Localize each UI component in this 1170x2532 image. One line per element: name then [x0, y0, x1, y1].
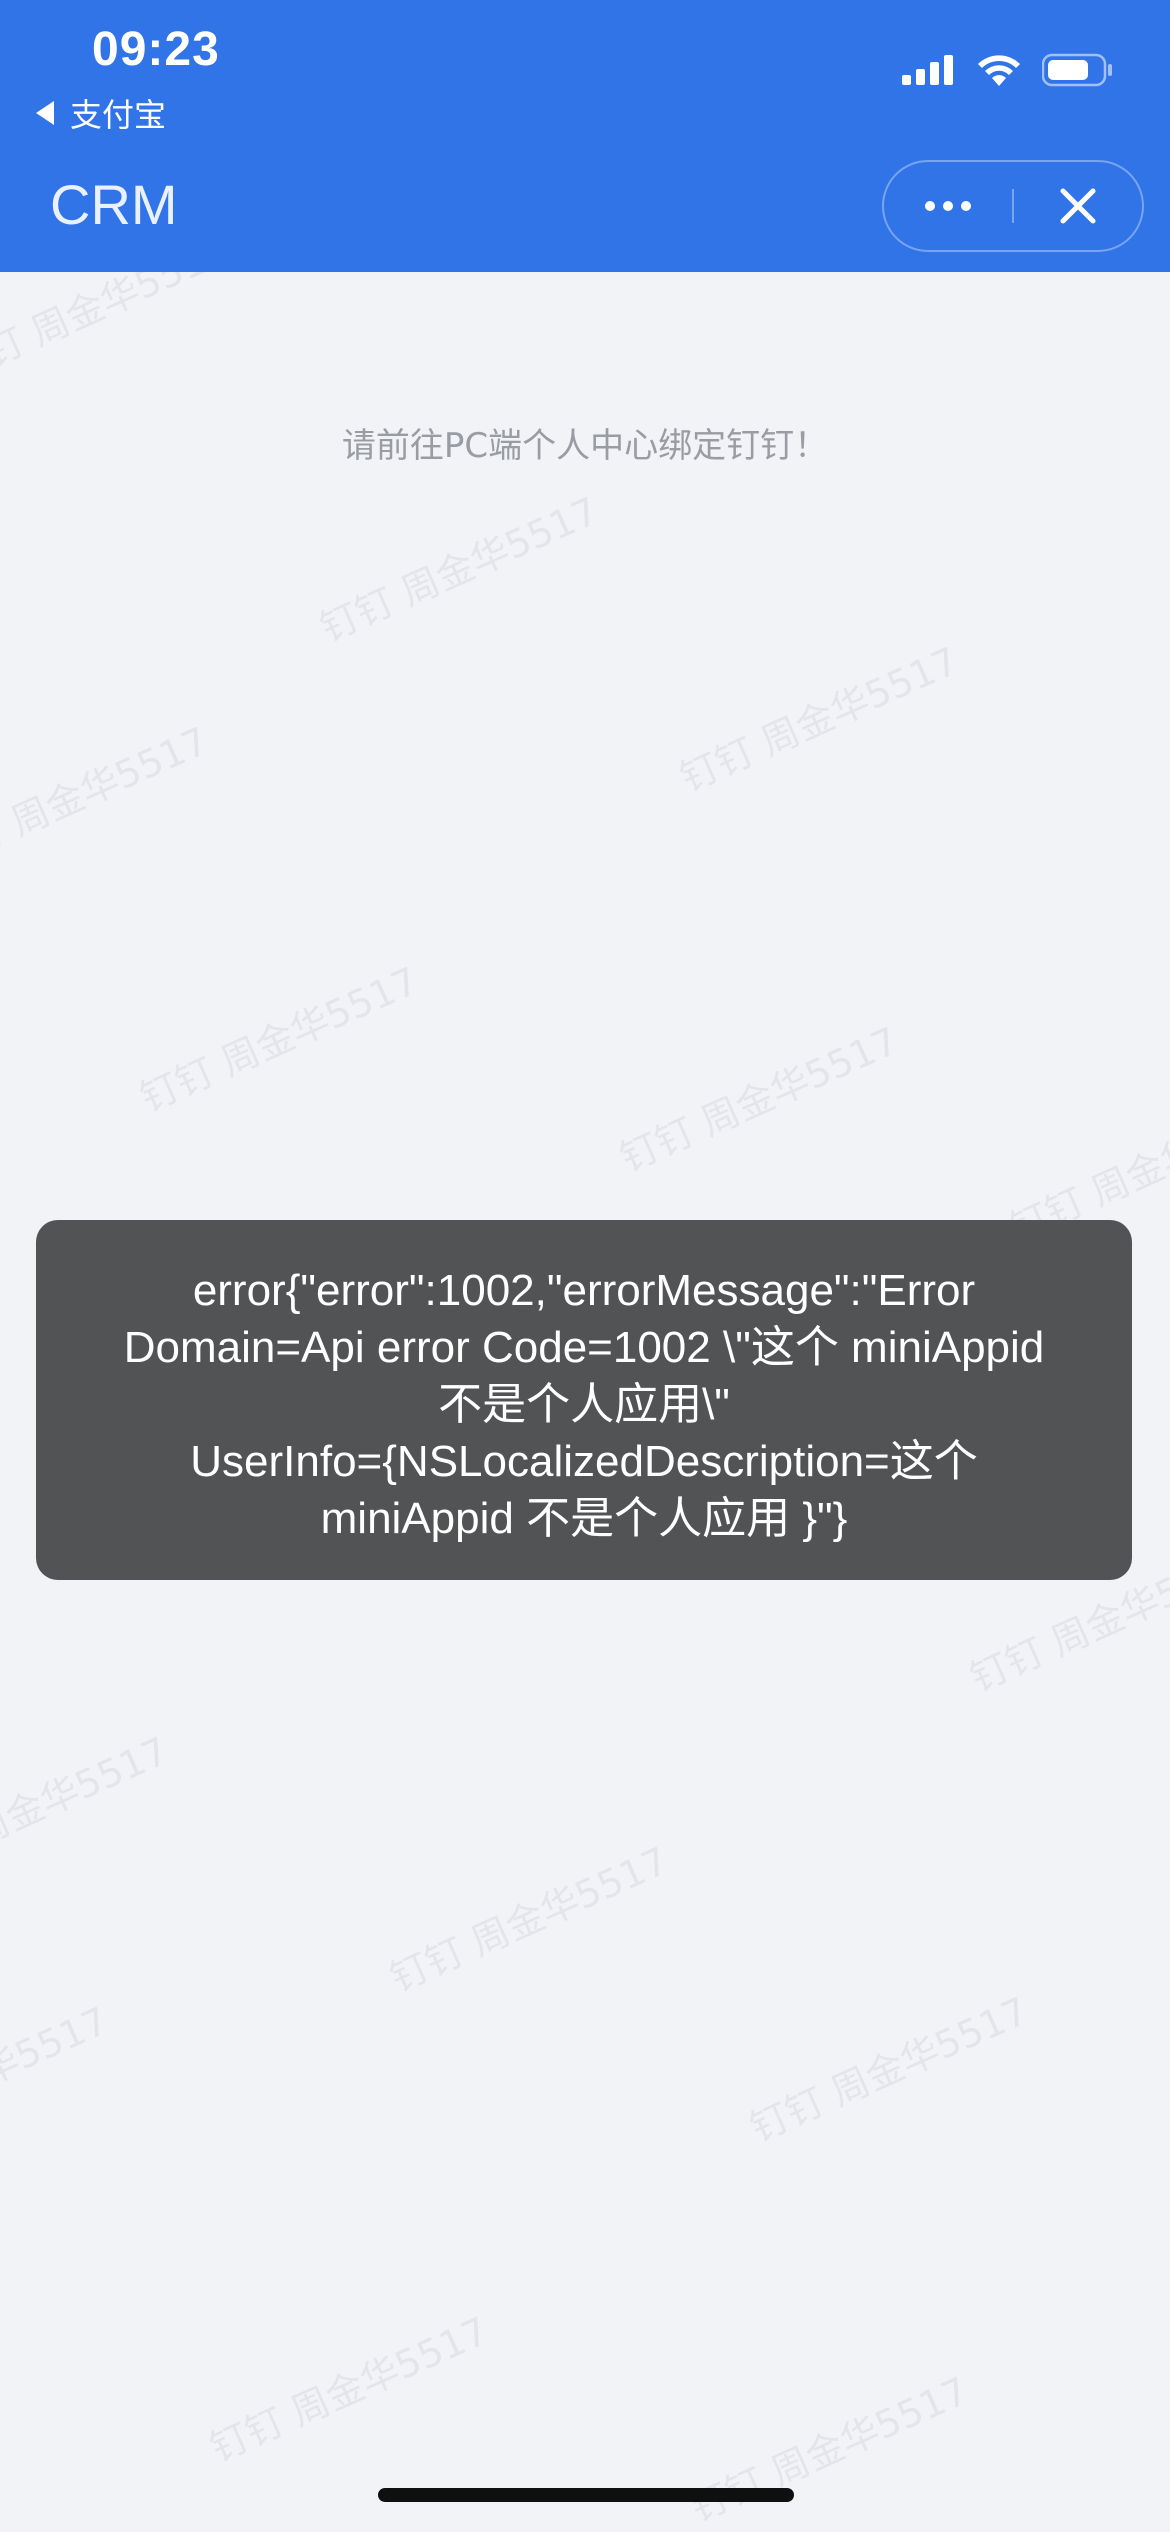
watermark: 钉钉 周金华5517	[203, 2308, 495, 2471]
toast-line: Domain=Api error Code=1002 \"这个 miniAppi…	[123, 1323, 1045, 1372]
watermark: 钉钉 周金华5517	[613, 1018, 905, 1181]
status-icons	[902, 52, 1114, 88]
battery-icon	[1042, 53, 1112, 87]
watermark: 钉钉 周金华5517	[313, 488, 605, 651]
home-indicator[interactable]	[378, 2488, 794, 2502]
wifi-icon	[978, 55, 1020, 86]
back-to-app-link[interactable]: 支付宝	[36, 90, 166, 136]
watermark: 钉钉 周金华5517	[673, 638, 965, 801]
watermark: 钉钉 周金华5517	[0, 1998, 115, 2161]
close-button[interactable]	[1014, 162, 1142, 250]
watermark: 钉钉 周金华5517	[743, 1988, 1035, 2151]
watermark: 钉钉 周金华5517	[0, 272, 235, 391]
watermark: 钉钉 周金华5517	[383, 1838, 675, 2001]
back-app-label: 支付宝	[70, 96, 167, 134]
watermark: 钉钉 周金华5517	[683, 2368, 975, 2531]
toast-line: error{"error":1002,"errorMessage":"Error	[192, 1266, 976, 1315]
close-icon	[1060, 188, 1096, 224]
toast-line: 不是个人应用\"	[438, 1380, 730, 1429]
page-title: CRM	[50, 173, 178, 236]
bind-dingtalk-hint: 请前往PC端个人中心绑定钉钉！	[341, 426, 829, 466]
toast-line: miniAppid 不是个人应用 }"}	[320, 1494, 848, 1543]
more-dots-icon	[925, 201, 971, 211]
status-time: 09:23	[92, 23, 220, 76]
more-button[interactable]	[884, 162, 1012, 250]
back-triangle-icon	[36, 101, 54, 125]
error-toast: error{"error":1002,"errorMessage":"Error…	[36, 1220, 1132, 1580]
watermark: 钉钉 周金华5517	[0, 718, 215, 881]
watermark: 钉钉 周金华5517	[0, 1728, 175, 1891]
toast-line: UserInfo={NSLocalizedDescription=这个	[190, 1437, 978, 1486]
watermark: 钉钉 周金华5517	[133, 958, 425, 1121]
mini-app-capsule	[882, 160, 1144, 252]
cellular-signal-icon	[902, 55, 953, 85]
app-header: 09:23 支付宝 CRM	[0, 0, 1170, 272]
